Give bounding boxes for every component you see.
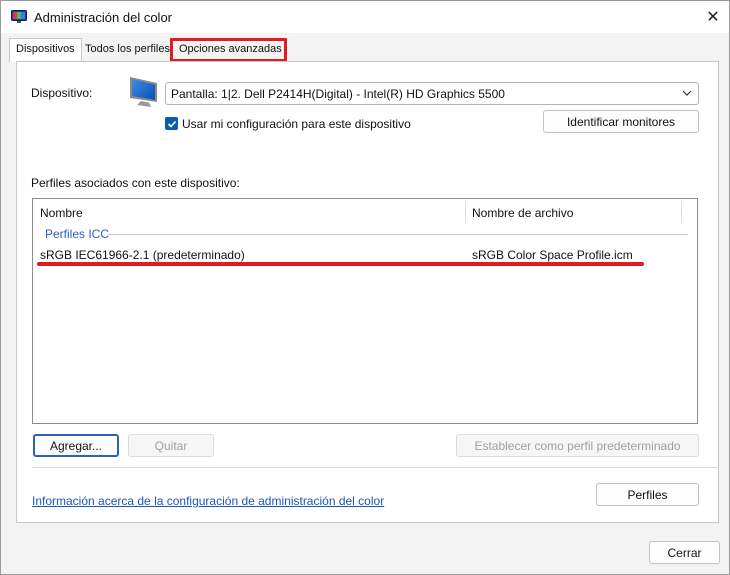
color-management-window: Administración del color ✕ Dispositivos … bbox=[0, 0, 730, 575]
profile-row-file[interactable]: sRGB Color Space Profile.icm bbox=[472, 248, 633, 262]
column-header-name[interactable]: Nombre bbox=[40, 206, 83, 220]
use-settings-label[interactable]: Usar mi configuración para este disposit… bbox=[182, 117, 411, 131]
device-select-value: Pantalla: 1|2. Dell P2414H(Digital) - In… bbox=[171, 87, 505, 101]
set-default-profile-button[interactable]: Establecer como perfil predeterminado bbox=[456, 434, 699, 457]
identify-monitors-button[interactable]: Identificar monitores bbox=[543, 110, 699, 133]
section-divider bbox=[32, 467, 718, 468]
color-management-icon bbox=[11, 10, 27, 23]
tab-advanced[interactable]: Opciones avanzadas bbox=[173, 39, 288, 61]
profiles-section-label: Perfiles asociados con este dispositivo: bbox=[31, 176, 240, 190]
close-icon: ✕ bbox=[706, 9, 720, 26]
group-header-icc: Perfiles ICC bbox=[45, 227, 110, 241]
chevron-down-icon bbox=[682, 90, 692, 96]
tab-strip: Dispositivos Todos los perfiles Opciones… bbox=[9, 38, 719, 62]
remove-profile-button[interactable]: Quitar bbox=[128, 434, 214, 457]
profile-row-name[interactable]: sRGB IEC61966-2.1 (predeterminado) bbox=[40, 248, 245, 262]
column-header-filename[interactable]: Nombre de archivo bbox=[472, 206, 573, 220]
column-separator[interactable] bbox=[681, 201, 682, 223]
group-divider bbox=[108, 234, 688, 235]
device-select[interactable]: Pantalla: 1|2. Dell P2414H(Digital) - In… bbox=[165, 82, 699, 105]
add-profile-button[interactable]: Agregar... bbox=[33, 434, 119, 457]
checkmark-icon bbox=[167, 120, 176, 128]
profiles-button[interactable]: Perfiles bbox=[596, 483, 699, 506]
column-separator[interactable] bbox=[465, 201, 466, 223]
window-title: Administración del color bbox=[34, 10, 173, 25]
close-button[interactable]: Cerrar bbox=[649, 541, 720, 564]
devices-panel: Dispositivo: Pantalla: 1|2. Dell P2414H(… bbox=[16, 61, 719, 523]
tab-devices[interactable]: Dispositivos bbox=[9, 38, 82, 62]
title-bar: Administración del color ✕ bbox=[1, 1, 729, 33]
monitor-icon bbox=[130, 77, 157, 107]
info-link[interactable]: Información acerca de la configuración d… bbox=[32, 494, 384, 508]
close-window-button[interactable]: ✕ bbox=[697, 1, 729, 33]
profile-row-highlight bbox=[37, 262, 644, 266]
profiles-list[interactable]: Nombre Nombre de archivo Perfiles ICC sR… bbox=[32, 198, 698, 424]
use-settings-checkbox[interactable] bbox=[165, 117, 178, 130]
device-label: Dispositivo: bbox=[31, 86, 93, 100]
tab-all-profiles[interactable]: Todos los perfiles bbox=[79, 39, 176, 61]
